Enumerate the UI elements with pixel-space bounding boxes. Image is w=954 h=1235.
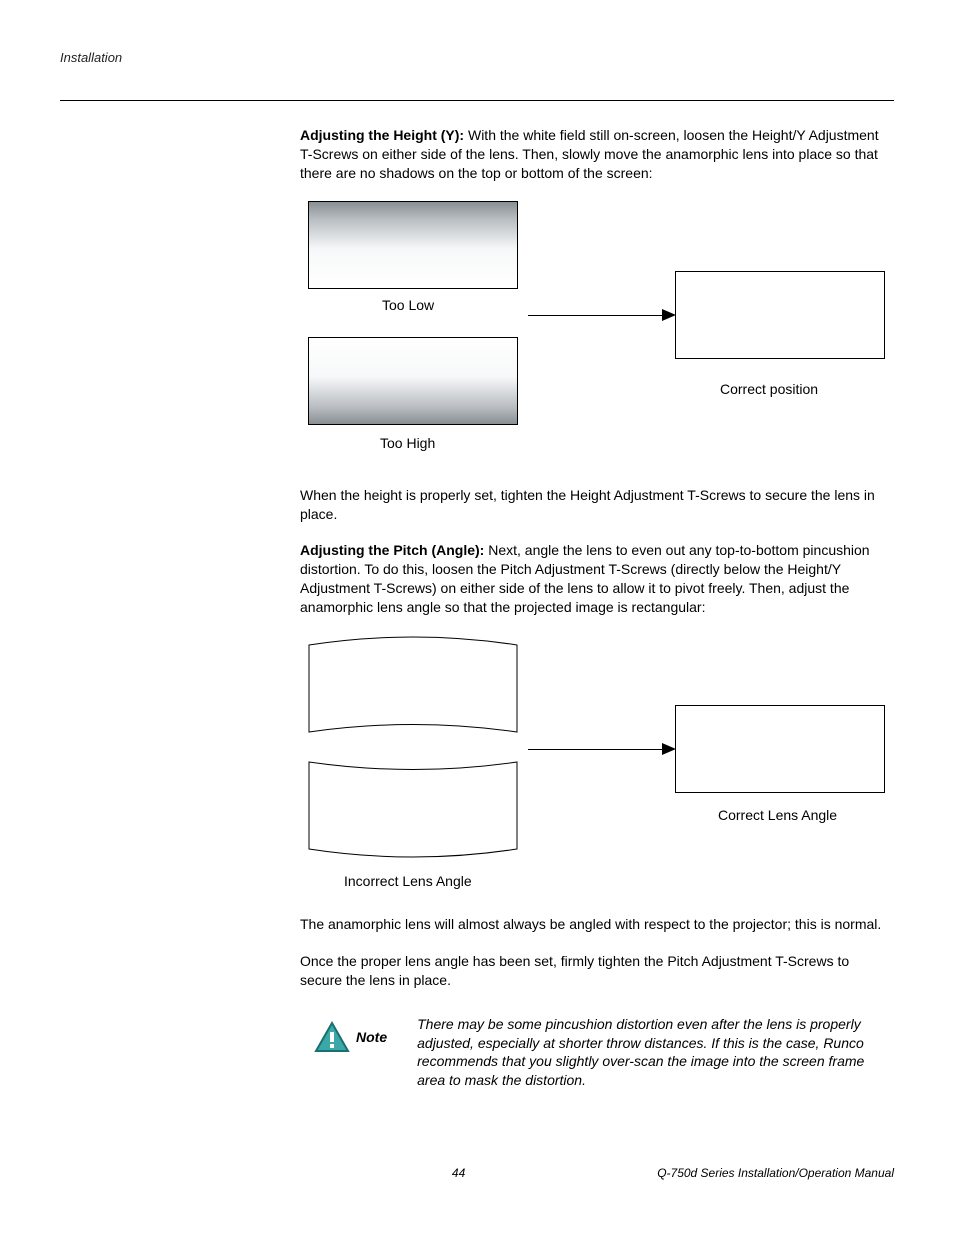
page-number: 44	[260, 1166, 657, 1180]
arrow-line	[528, 315, 666, 316]
correct-angle-image	[675, 705, 885, 793]
note-block: Note There may be some pincushion distor…	[300, 1015, 884, 1091]
pincushion-bottom-image	[308, 761, 518, 859]
too-high-image	[308, 337, 518, 425]
arrow-head-icon-2	[662, 743, 676, 755]
note-icon-wrap: Note	[314, 1021, 387, 1053]
pitch-diagram: Incorrect Lens Angle Correct Lens Angle	[300, 635, 884, 895]
too-low-label: Too Low	[382, 297, 434, 313]
too-low-image	[308, 201, 518, 289]
pitch-paragraph: Adjusting the Pitch (Angle): Next, angle…	[300, 541, 884, 617]
note-label: Note	[356, 1029, 387, 1045]
correct-position-image	[675, 271, 885, 359]
pitch-heading: Adjusting the Pitch (Angle):	[300, 542, 488, 558]
correct-position-label: Correct position	[720, 381, 818, 397]
pitch-closing-2: Once the proper lens angle has been set,…	[300, 952, 884, 990]
footer: 44 Q-750d Series Installation/Operation …	[60, 1166, 894, 1180]
pincushion-top-image	[308, 635, 518, 733]
height-paragraph: Adjusting the Height (Y): With the white…	[300, 126, 884, 183]
incorrect-angle-label: Incorrect Lens Angle	[344, 873, 472, 889]
too-high-label: Too High	[380, 435, 435, 451]
warning-triangle-icon	[314, 1021, 350, 1053]
note-text: There may be some pincushion distortion …	[417, 1015, 884, 1091]
section-header: Installation	[60, 50, 894, 65]
main-content: Adjusting the Height (Y): With the white…	[300, 126, 884, 1090]
arrow-line-2	[528, 749, 666, 750]
height-heading: Adjusting the Height (Y):	[300, 127, 468, 143]
height-diagram: Too Low Too High Correct position	[300, 201, 884, 461]
arrow-head-icon	[662, 309, 676, 321]
header-rule	[60, 100, 894, 101]
manual-title: Q-750d Series Installation/Operation Man…	[657, 1166, 894, 1180]
pitch-closing-1: The anamorphic lens will almost always b…	[300, 915, 884, 934]
correct-angle-label: Correct Lens Angle	[718, 807, 837, 823]
height-closing: When the height is properly set, tighten…	[300, 486, 884, 524]
